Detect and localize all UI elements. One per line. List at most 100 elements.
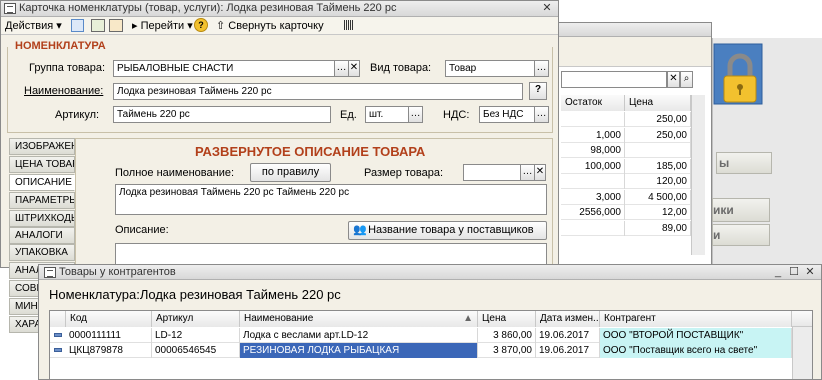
people-icon: 👥 (353, 224, 367, 236)
bg-scrollbar[interactable] (691, 95, 705, 255)
goods-cell-price: 3 870,00 (478, 343, 536, 358)
vat-label: НДС: (443, 109, 470, 121)
name-help-button[interactable]: ? (529, 82, 547, 100)
unit-field[interactable]: шт. (365, 106, 409, 123)
bg-cell-price: 185,00 (625, 158, 691, 174)
group-field[interactable]: РЫБАЛОВНЫЕ СНАСТИ (113, 60, 335, 77)
bg-search-clear-button[interactable]: ✕ (667, 71, 680, 88)
goods-close-button[interactable]: ✕ (803, 266, 817, 279)
goods-col-code[interactable]: Код (66, 311, 152, 327)
bg-right-button-2[interactable]: ики (712, 198, 770, 222)
goods-cell-article: LD-12 (152, 328, 240, 343)
name-field[interactable]: Лодка резиновая Таймень 220 рс (113, 83, 523, 100)
lock-logo-icon (712, 40, 770, 112)
full-name-textarea[interactable]: Лодка резиновая Таймень 220 рс Таймень 2… (115, 184, 547, 215)
goto-menu[interactable]: ▸ Перейти ▾ (132, 19, 193, 32)
nav-back-icon[interactable] (71, 19, 84, 32)
goods-col-price[interactable]: Цена (478, 311, 536, 327)
goods-titlebar: Товары у контрагентов (39, 265, 821, 280)
bg-col-price[interactable]: Цена (625, 95, 691, 111)
bg-table-row[interactable]: 3,000 4 500,00 (561, 189, 691, 205)
kind-label: Вид товара: (370, 62, 432, 74)
side-tab[interactable]: АНАЛОГИ (9, 227, 75, 244)
bg-cell-price (625, 143, 691, 158)
bg-table-row[interactable]: 89,00 (561, 220, 691, 236)
vat-field[interactable]: Без НДС (479, 106, 535, 123)
background-list-window: ✕ ⌕ Остаток Цена 250,00 1,000 250,00 98,000… (556, 22, 712, 268)
side-tab[interactable]: ШТРИХКОДЫ (9, 210, 75, 227)
by-rule-button[interactable]: по правилу (250, 163, 331, 182)
group-clear-button[interactable]: ✕ (348, 60, 360, 77)
goods-table-row[interactable]: ЦКЦ879878 00006546545 РЕЗИНОВАЯ ЛОДКА РЫБА… (50, 343, 792, 358)
bg-cell-price: 89,00 (625, 220, 691, 236)
goods-col-date[interactable]: Дата измен... (536, 311, 600, 327)
goods-maximize-button[interactable]: ☐ (787, 266, 801, 279)
unit-select-button[interactable]: … (408, 106, 423, 123)
bg-cell-price: 250,00 (625, 112, 691, 127)
bg-cell-price: 4 500,00 (625, 189, 691, 205)
bg-right-button-1[interactable]: ы (716, 152, 772, 174)
row-item-icon (54, 348, 62, 352)
bg-table-row[interactable]: 120,00 (561, 174, 691, 189)
table-icon[interactable] (91, 19, 105, 32)
bg-search-icon[interactable]: ⌕ (680, 71, 693, 88)
goods-header: Номенклатура:Лодка резиновая Таймень 220… (49, 287, 341, 302)
goods-scrollbar[interactable] (792, 327, 812, 379)
bg-window-toolbar (557, 37, 711, 67)
goods-col-article[interactable]: Артикул (152, 311, 240, 327)
bg-table-row[interactable]: 2556,000 12,00 (561, 205, 691, 220)
group-select-button[interactable]: … (334, 60, 349, 77)
size-field[interactable] (463, 164, 521, 181)
bg-search-input[interactable] (561, 71, 667, 88)
goods-cell-date: 19.06.2017 (536, 328, 600, 343)
kind-select-button[interactable]: … (534, 60, 549, 77)
bg-cell-stock (561, 174, 625, 189)
bg-table-row[interactable]: 250,00 (561, 112, 691, 127)
side-tab[interactable]: ПАРАМЕТРЫ (9, 192, 75, 209)
bg-col-stock[interactable]: Остаток (561, 95, 625, 111)
unit-label: Ед. (340, 109, 357, 121)
side-tab[interactable]: УПАКОВКА (9, 244, 75, 261)
side-tab[interactable]: ЦЕНА ТОВАРА (9, 156, 75, 173)
sort-icon: ▲ (463, 313, 473, 324)
side-tab[interactable]: ОПИСАНИЕ (9, 174, 75, 191)
bg-table-row[interactable]: 100,000 185,00 (561, 158, 691, 174)
bg-cell-price: 250,00 (625, 127, 691, 143)
card-close-button[interactable]: ✕ (540, 2, 554, 15)
barcode-icon[interactable] (344, 20, 354, 30)
goods-cell-name: Лодка с веслами арт.LD-12 (240, 328, 478, 343)
side-tab[interactable]: ИЗОБРАЖЕНИЕ (9, 138, 75, 155)
description-title: РАЗВЕРНУТОЕ ОПИСАНИЕ ТОВАРА (195, 144, 426, 159)
collapse-card-button[interactable]: ⇧ Свернуть карточку (216, 19, 324, 32)
size-select-button[interactable]: … (520, 164, 535, 181)
description-label: Описание: (115, 224, 169, 236)
goods-cell-price: 3 860,00 (478, 328, 536, 343)
item-card-window: Карточка номенклатуры (товар, услуги): Л… (0, 0, 559, 333)
goods-minimize-button[interactable]: _ (771, 266, 785, 279)
goods-col-name[interactable]: Наименование ▲ (240, 311, 478, 327)
goods-cell-code: 0000111111 (66, 328, 152, 343)
vat-select-button[interactable]: … (534, 106, 549, 123)
bg-cell-stock: 1,000 (561, 127, 625, 143)
bg-right-button-3[interactable]: и (712, 224, 770, 246)
goods-window-icon (44, 267, 56, 278)
goods-table: Код Артикул Наименование ▲ Цена Дата изме… (49, 310, 813, 380)
size-clear-button[interactable]: ✕ (534, 164, 546, 181)
goods-col-partner[interactable]: Контрагент (600, 311, 792, 327)
bg-cell-stock (561, 220, 625, 236)
group-label: Группа товара: (29, 62, 106, 74)
supplier-name-button[interactable]: 👥 Название товара у поставщиков (348, 221, 547, 240)
name-label[interactable]: Наименование: (24, 85, 103, 97)
kind-field[interactable]: Товар (445, 60, 535, 77)
article-field[interactable]: Таймень 220 рс (113, 106, 331, 123)
goods-cell-partner: ООО "Поставщик всего на свете" (600, 343, 792, 358)
bg-table-row[interactable]: 98,000 (561, 143, 691, 158)
structure-icon[interactable] (109, 19, 123, 32)
bg-table-row[interactable]: 1,000 250,00 (561, 127, 691, 143)
actions-menu[interactable]: Действия ▾ (5, 19, 62, 32)
goods-col-icon (50, 311, 66, 327)
goods-table-row[interactable]: 0000111111 LD-12 Лодка с веслами арт.LD-12… (50, 328, 792, 343)
goods-cell-article: 00006546545 (152, 343, 240, 358)
help-icon[interactable]: ? (194, 18, 208, 32)
card-toolbar: Действия ▾ ▸ Перейти ▾ ? ⇧ Свернуть карт… (1, 17, 558, 35)
